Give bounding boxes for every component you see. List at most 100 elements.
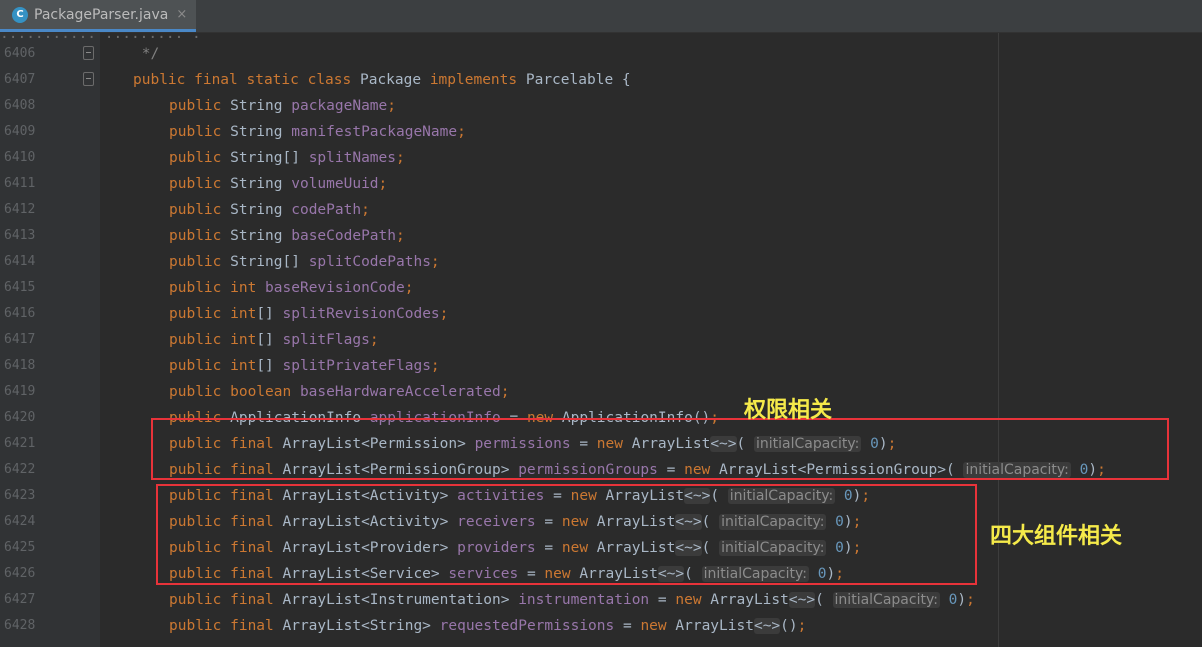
token-kw: public int [169, 358, 257, 374]
line-number: 6421 [4, 436, 36, 451]
token-field: baseRevisionCode [265, 280, 405, 296]
token-hint: initialCapacity: [832, 592, 940, 608]
line-number: 6419 [4, 384, 36, 399]
editor-tab-bar: C PackageParser.java × [0, 0, 1202, 33]
token-punct: ; [396, 228, 405, 244]
token-num-val: 0 [939, 592, 958, 608]
code-line[interactable]: 6406 */ [0, 41, 1202, 67]
token-open: () [780, 618, 798, 634]
token-kw: public [169, 150, 222, 166]
code-line[interactable]: 6417 public int[] splitFlags; [0, 327, 1202, 353]
code-line[interactable]: 6416 public int[] splitRevisionCodes; [0, 301, 1202, 327]
code-line[interactable]: 6414 public String[] splitCodePaths; [0, 249, 1202, 275]
line-number: 6427 [4, 592, 36, 607]
code-text: public final ArrayList<String> requested… [169, 613, 806, 639]
code-text: public boolean baseHardwareAccelerated; [169, 379, 509, 405]
code-line[interactable]: 6427 public final ArrayList<Instrumentati… [0, 587, 1202, 613]
line-number: 6418 [4, 358, 36, 373]
code-line[interactable]: 6419 public boolean baseHardwareAccelerat… [0, 379, 1202, 405]
line-number: 6412 [4, 202, 36, 217]
token-close: ) [957, 592, 967, 608]
token-type: [] [256, 332, 283, 348]
token-type: [] [256, 306, 283, 322]
line-number: 6417 [4, 332, 36, 347]
token-type2: Parcelable { [517, 72, 631, 88]
line-number: 6422 [4, 462, 36, 477]
token-type: ArrayList<Instrumentation> [273, 592, 519, 608]
token-kw2: new [640, 618, 667, 634]
token-kw: public final [169, 618, 274, 634]
token-type: Package [351, 72, 430, 88]
token-type: String [221, 176, 292, 192]
token-field: instrumentation [518, 592, 650, 608]
code-text: public final ArrayList<Instrumentation> … [169, 587, 975, 613]
code-text: public String codePath; [169, 197, 370, 223]
token-field: volumeUuid [291, 176, 379, 192]
line-number: 6413 [4, 228, 36, 243]
token-kw: public [169, 98, 222, 114]
line-number: 6410 [4, 150, 36, 165]
code-line[interactable]: 6410 public String[] splitNames; [0, 145, 1202, 171]
token-rest: ArrayList [666, 618, 754, 634]
java-class-icon: C [12, 6, 28, 23]
code-line[interactable]: 6412 public String codePath; [0, 197, 1202, 223]
code-line[interactable]: 6418 public int[] splitPrivateFlags; [0, 353, 1202, 379]
line-number: 6424 [4, 514, 36, 529]
token-type: [] [256, 358, 283, 374]
code-text: public String[] splitNames; [169, 145, 405, 171]
token-field: baseHardwareAccelerated [299, 384, 501, 400]
code-line[interactable]: 6407 public final static class Package im… [0, 67, 1202, 93]
line-number: 6425 [4, 540, 36, 555]
token-comment: */ [133, 46, 160, 62]
token-eq: = [614, 618, 641, 634]
token-kw: public [169, 228, 222, 244]
close-icon[interactable]: × [176, 7, 187, 22]
token-field: splitCodePaths [308, 254, 431, 270]
fold-toggle-icon[interactable] [83, 72, 94, 86]
token-field: splitPrivateFlags [282, 358, 431, 374]
code-text: public String packageName; [169, 93, 396, 119]
token-type: String [221, 228, 292, 244]
token-punct: ; [369, 332, 379, 348]
token-type [291, 384, 300, 400]
code-text: public final static class Package implem… [133, 67, 631, 93]
code-line[interactable]: 6413 public String baseCodePath; [0, 223, 1202, 249]
token-punct: ; [378, 176, 388, 192]
line-number: 6407 [4, 72, 36, 87]
token-punct: ; [797, 618, 807, 634]
code-editor[interactable]: ........... ......... . 6406 */6407 publi… [0, 33, 1202, 647]
code-line[interactable]: 6411 public String volumeUuid; [0, 171, 1202, 197]
line-number: 6411 [4, 176, 36, 191]
line-number: 6420 [4, 410, 36, 425]
code-line[interactable]: 6415 public int baseRevisionCode; [0, 275, 1202, 301]
token-open: ( [815, 592, 833, 608]
token-punct: ; [500, 384, 510, 400]
token-type: String [221, 124, 292, 140]
code-text: public int[] splitPrivateFlags; [169, 353, 440, 379]
line-number: 6406 [4, 46, 36, 61]
token-field: requestedPermissions [439, 618, 615, 634]
code-text: public String baseCodePath; [169, 223, 405, 249]
fold-toggle-icon[interactable] [83, 46, 94, 60]
token-punct: ; [361, 202, 370, 218]
token-field: baseCodePath [291, 228, 396, 244]
token-diamond: <~> [788, 592, 816, 608]
token-eq: = [649, 592, 676, 608]
tab-packageparser-java[interactable]: C PackageParser.java × [0, 0, 196, 32]
line-number: 6415 [4, 280, 36, 295]
code-text: public int baseRevisionCode; [169, 275, 413, 301]
code-line[interactable]: 6428 public final ArrayList<String> reque… [0, 613, 1202, 639]
line-number: 6428 [4, 618, 36, 633]
token-type: ArrayList<String> [273, 618, 440, 634]
token-field: codePath [291, 202, 362, 218]
token-field: manifestPackageName [291, 124, 458, 140]
code-text: public int[] splitRevisionCodes; [169, 301, 448, 327]
line-number: 6408 [4, 98, 36, 113]
code-line[interactable]: 6409 public String manifestPackageName; [0, 119, 1202, 145]
token-kw2: new [675, 592, 702, 608]
code-text: public int[] splitFlags; [169, 327, 379, 353]
code-text: public String volumeUuid; [169, 171, 387, 197]
token-kw: public boolean [169, 384, 292, 400]
token-punct: ; [430, 358, 440, 374]
code-line[interactable]: 6408 public String packageName; [0, 93, 1202, 119]
